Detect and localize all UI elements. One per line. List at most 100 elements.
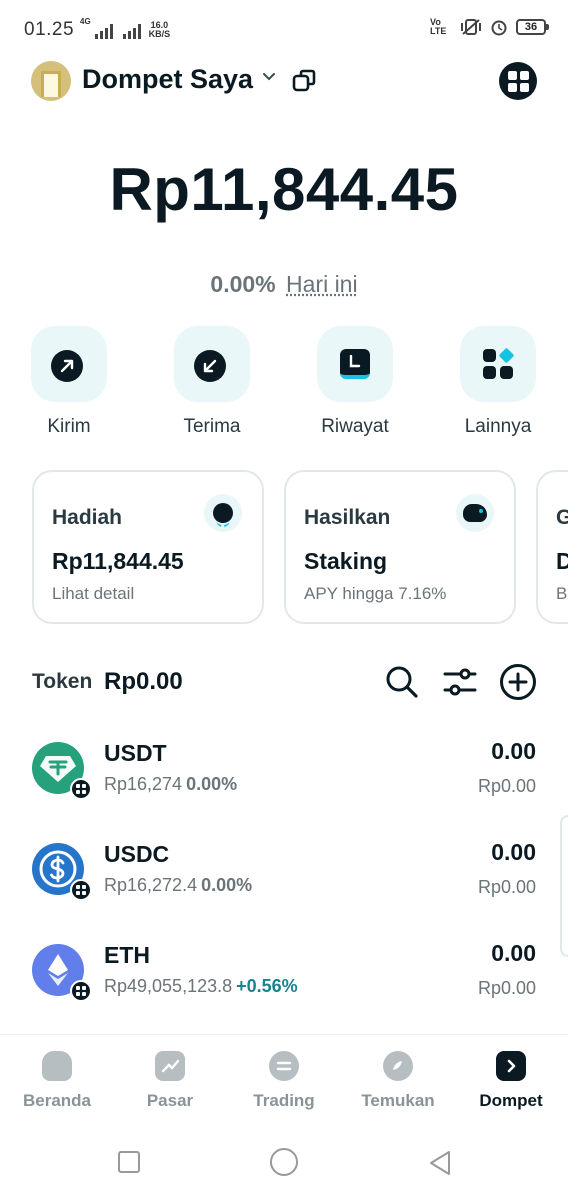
token-fiat-value: Rp0.00	[477, 978, 536, 998]
partial-card[interactable]: G D B	[536, 470, 568, 624]
card-link[interactable]: Lihat detail	[52, 584, 134, 604]
history-clock-icon	[340, 349, 370, 379]
card-value: Staking	[304, 548, 388, 574]
network-speed: 16.0 KB/S	[149, 21, 171, 39]
token-fiat-value: Rp0.00	[477, 776, 536, 796]
tokens-label: Token	[32, 670, 93, 693]
usdc-coin-icon	[32, 843, 92, 901]
nav-label: Trading	[253, 1091, 315, 1110]
usdt-coin-icon	[32, 742, 92, 800]
rewards-card[interactable]: Hadiah Rp11,844.45 Lihat detail	[32, 470, 264, 624]
token-price-value: Rp16,274	[104, 774, 183, 794]
nav-label: Temukan	[361, 1091, 435, 1110]
token-change: +0.56%	[236, 976, 298, 996]
alarm-icon	[491, 20, 507, 36]
history-button[interactable]: Riwayat	[295, 326, 415, 438]
balance-change: 0.00% Hari ini	[0, 271, 568, 298]
token-price: Rp16,274 0.00%	[104, 774, 237, 795]
card-title: G	[556, 506, 568, 529]
feature-cards: Hadiah Rp11,844.45 Lihat detail Hasilkan…	[0, 470, 568, 626]
token-price: Rp16,272.4 0.00%	[104, 875, 252, 896]
signal-icon	[94, 23, 113, 39]
bottom-nav: Beranda Pasar Trading Temukan Dompet	[0, 1034, 568, 1124]
piggy-bank-icon	[456, 494, 494, 532]
nav-trading[interactable]: Trading	[229, 1051, 339, 1111]
nav-label: Dompet	[479, 1091, 543, 1110]
battery-icon: 36	[516, 19, 549, 35]
more-button[interactable]: Lainnya	[438, 326, 558, 438]
chain-badge-icon	[70, 778, 92, 800]
system-nav-bar	[0, 1124, 568, 1200]
change-period-link[interactable]: Hari ini	[286, 271, 358, 297]
volte-badge: Vo LTE	[430, 17, 447, 36]
send-icon-bg	[31, 326, 107, 402]
nav-home[interactable]: Beranda	[2, 1051, 112, 1111]
reward-icon	[204, 494, 242, 532]
recents-icon[interactable]	[118, 1151, 140, 1173]
change-percent: 0.00%	[210, 271, 276, 297]
total-balance: Rp11,844.45	[109, 156, 459, 223]
chain-badge-icon	[70, 879, 92, 901]
card-subtitle: APY hingga 7.16%	[304, 584, 447, 603]
home-icon	[42, 1051, 72, 1081]
add-token-icon[interactable]	[498, 662, 538, 702]
token-price: Rp49,055,123.8 +0.56%	[104, 976, 298, 997]
receive-icon-bg	[174, 326, 250, 402]
staking-card[interactable]: Hasilkan Staking APY hingga 7.16%	[284, 470, 516, 624]
market-chart-icon	[155, 1051, 185, 1081]
compass-icon	[383, 1051, 413, 1081]
wallet-avatar-icon[interactable]	[31, 61, 71, 101]
back-icon[interactable]	[428, 1150, 452, 1176]
token-symbol: USDC	[104, 841, 170, 867]
signal-indicators: 4G 16.0 KB/S	[80, 17, 170, 39]
history-icon-bg	[317, 326, 393, 402]
nav-wallet[interactable]: Dompet	[456, 1051, 566, 1111]
receive-button[interactable]: Terima	[152, 326, 272, 438]
receive-arrow-icon	[194, 350, 232, 382]
token-row-usdt[interactable]: USDT Rp16,274 0.00% 0.00 Rp0.00	[0, 736, 568, 826]
send-label: Kirim	[47, 416, 91, 437]
home-system-icon[interactable]	[270, 1148, 298, 1176]
wallet-name[interactable]: Dompet Saya	[82, 64, 253, 95]
wallet-header: Dompet Saya	[0, 58, 568, 106]
signal-icon-2	[122, 23, 141, 39]
more-icon-bg	[460, 326, 536, 402]
filter-icon[interactable]	[442, 664, 478, 700]
swap-icon	[269, 1051, 299, 1081]
vibrate-icon	[461, 19, 481, 35]
card-value: D	[556, 548, 568, 574]
token-change: 0.00%	[201, 875, 253, 895]
wallet-icon	[496, 1051, 526, 1081]
token-price-value: Rp16,272.4	[104, 875, 198, 895]
token-amount: 0.00	[491, 940, 536, 966]
receive-label: Terima	[183, 416, 241, 437]
status-time: 01.25	[24, 19, 75, 40]
token-symbol: USDT	[104, 740, 167, 766]
card-title: Hasilkan	[304, 506, 391, 529]
nav-label: Beranda	[22, 1091, 92, 1110]
nav-discover[interactable]: Temukan	[343, 1051, 453, 1111]
quick-actions: Kirim Terima Riwayat Lainnya	[0, 326, 568, 446]
tokens-header: Token Rp0.00	[0, 658, 568, 706]
send-button[interactable]: Kirim	[9, 326, 129, 438]
nav-label: Pasar	[146, 1091, 194, 1110]
search-icon[interactable]	[384, 664, 420, 700]
token-change: 0.00%	[186, 774, 238, 794]
nav-market[interactable]: Pasar	[115, 1051, 225, 1111]
status-right: Vo LTE 36	[430, 17, 549, 37]
token-fiat-value: Rp0.00	[477, 877, 536, 897]
card-subtitle: B	[556, 584, 568, 603]
eth-coin-icon	[32, 944, 92, 1002]
token-row-eth[interactable]: ETH Rp49,055,123.8 +0.56% 0.00 Rp0.00	[0, 938, 568, 1028]
side-drawer-handle[interactable]	[560, 815, 568, 957]
speed-unit: KB/S	[148, 29, 171, 39]
card-title: Hadiah	[52, 506, 123, 529]
copy-icon[interactable]	[292, 68, 318, 94]
chevron-down-icon[interactable]	[262, 70, 276, 84]
chain-badge-icon	[70, 980, 92, 1002]
more-label: Lainnya	[464, 416, 532, 437]
token-row-usdc[interactable]: USDC Rp16,272.4 0.00% 0.00 Rp0.00	[0, 837, 568, 927]
apps-grid-icon[interactable]	[499, 62, 537, 100]
history-label: Riwayat	[321, 416, 389, 437]
tokens-total: Rp0.00	[104, 668, 183, 695]
